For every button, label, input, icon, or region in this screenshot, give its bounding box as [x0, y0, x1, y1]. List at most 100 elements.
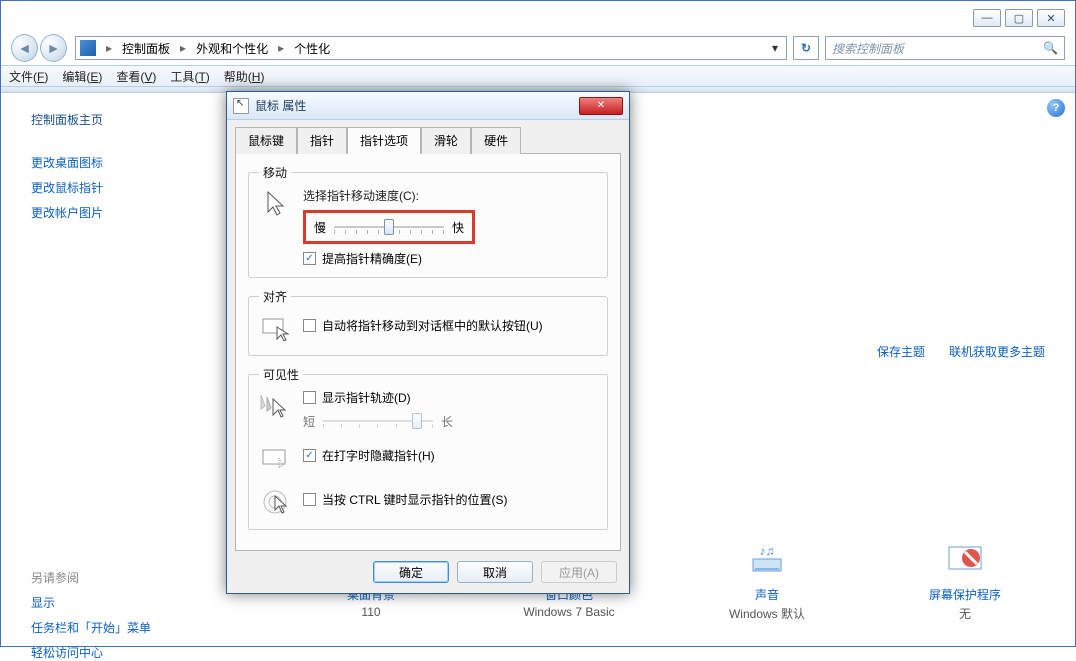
tab-strip: 鼠标键 指针 指针选项 滑轮 硬件 [227, 120, 629, 153]
snap-icon [259, 311, 293, 345]
sidebar: 控制面板主页 更改桌面图标 更改鼠标指针 更改帐户图片 另请参阅 显示 任务栏和… [1, 93, 201, 646]
dialog-title: 鼠标 属性 [255, 97, 579, 114]
checkbox-icon [303, 493, 316, 506]
dialog-titlebar[interactable]: 鼠标 属性 ✕ [227, 92, 629, 120]
breadcrumb[interactable]: 个性化 [294, 40, 330, 57]
nav-buttons: ◄ ► [11, 34, 69, 62]
item-sub: 无 [959, 605, 971, 622]
mouse-properties-dialog: 鼠标 属性 ✕ 鼠标键 指针 指针选项 滑轮 硬件 移动 选择指针移动速度(C)… [226, 91, 630, 594]
dialog-buttons: 确定 取消 应用(A) [227, 551, 629, 593]
ctrl-locate-checkbox[interactable]: 当按 CTRL 键时显示指针的位置(S) [303, 491, 508, 508]
sidebar-link-desktop-icons[interactable]: 更改桌面图标 [31, 154, 191, 171]
screensaver-icon [940, 538, 990, 580]
apply-button: 应用(A) [541, 561, 617, 583]
menu-view[interactable]: 查看(V) [116, 68, 156, 85]
tab-body: 移动 选择指针移动速度(C): 慢 [235, 153, 621, 551]
hide-typing-checkbox[interactable]: ✓ 在打字时隐藏指针(H) [303, 447, 435, 464]
sound-icon: ♪♫ [742, 538, 792, 580]
search-icon[interactable]: 🔍 [1043, 41, 1058, 55]
breadcrumb[interactable]: 外观和个性化 [196, 40, 268, 57]
tab-pointers[interactable]: 指针 [297, 127, 347, 154]
sidebar-link-account-picture[interactable]: 更改帐户图片 [31, 204, 191, 221]
pointer-speed-slider[interactable] [334, 217, 444, 237]
svg-text:♪♫: ♪♫ [760, 544, 775, 558]
long-label: 长 [441, 413, 453, 430]
explorer-window: — ▢ ✕ ◄ ► ▸ 控制面板 ▸ 外观和个性化 ▸ 个性化 ▾ ↻ 搜索控制… [0, 0, 1076, 647]
snap-checkbox[interactable]: 自动将指针移动到对话框中的默认按钮(U) [303, 317, 543, 334]
checkbox-icon: ✓ [303, 449, 316, 462]
checkbox-icon [303, 391, 316, 404]
menu-help[interactable]: 帮助(H) [224, 68, 265, 85]
search-input[interactable]: 搜索控制面板 🔍 [825, 36, 1065, 60]
tab-pointer-options[interactable]: 指针选项 [347, 127, 421, 154]
tab-hardware[interactable]: 硬件 [471, 127, 521, 154]
address-dropdown-icon[interactable]: ▾ [768, 41, 782, 55]
sidebar-link-mouse-pointer[interactable]: 更改鼠标指针 [31, 179, 191, 196]
refresh-button[interactable]: ↻ [793, 36, 819, 60]
slow-label: 慢 [314, 219, 326, 236]
more-themes-link[interactable]: 联机获取更多主题 [949, 343, 1045, 360]
trail-icon [259, 389, 293, 423]
tab-wheel[interactable]: 滑轮 [421, 127, 471, 154]
snap-label: 自动将指针移动到对话框中的默认按钮(U) [322, 317, 543, 334]
trail-length-slider [323, 411, 433, 431]
item-sub: Windows 7 Basic [523, 605, 614, 619]
movement-group: 移动 选择指针移动速度(C): 慢 [248, 164, 608, 278]
cancel-button[interactable]: 取消 [457, 561, 533, 583]
menu-bar: 文件(F) 编辑(E) 查看(V) 工具(T) 帮助(H) [1, 65, 1075, 87]
item-title: 屏幕保护程序 [929, 586, 1001, 603]
checkbox-icon [303, 319, 316, 332]
breadcrumb[interactable]: 控制面板 [122, 40, 170, 57]
chevron-right-icon: ▸ [176, 41, 190, 55]
chevron-right-icon: ▸ [274, 41, 288, 55]
fast-label: 快 [452, 219, 464, 236]
maximize-button[interactable]: ▢ [1005, 9, 1033, 27]
sound-svg-icon: ♪♫ [745, 541, 789, 577]
search-placeholder: 搜索控制面板 [832, 40, 904, 57]
dialog-close-button[interactable]: ✕ [579, 97, 623, 115]
sidebar-heading[interactable]: 控制面板主页 [31, 111, 191, 128]
movement-legend: 移动 [259, 164, 291, 181]
address-row: ◄ ► ▸ 控制面板 ▸ 外观和个性化 ▸ 个性化 ▾ ↻ 搜索控制面板 🔍 [1, 31, 1075, 65]
sidebar-link-display[interactable]: 显示 [31, 594, 191, 611]
item-sub: Windows 默认 [729, 605, 805, 622]
item-screensaver[interactable]: 屏幕保护程序 无 [875, 538, 1055, 622]
mouse-icon [233, 98, 249, 114]
ok-button[interactable]: 确定 [373, 561, 449, 583]
menu-file[interactable]: 文件(F) [9, 68, 48, 85]
window-titlebar: — ▢ ✕ [1, 1, 1075, 31]
enhance-label: 提高指针精确度(E) [322, 250, 422, 267]
back-button[interactable]: ◄ [11, 34, 38, 62]
menu-edit[interactable]: 编辑(E) [62, 68, 102, 85]
item-sub: 110 [361, 605, 380, 619]
location-icon [80, 40, 96, 56]
ctrl-label: 当按 CTRL 键时显示指针的位置(S) [322, 491, 508, 508]
theme-links: 保存主题 联机获取更多主题 [877, 343, 1045, 360]
ctrl-locate-icon [259, 485, 293, 519]
visibility-legend: 可见性 [259, 366, 303, 383]
speed-label: 选择指针移动速度(C): [303, 187, 597, 204]
item-title: 声音 [755, 586, 779, 603]
cursor-icon [259, 187, 293, 221]
help-icon[interactable]: ? [1047, 99, 1065, 117]
address-bar[interactable]: ▸ 控制面板 ▸ 外观和个性化 ▸ 个性化 ▾ [75, 36, 787, 60]
screensaver-svg-icon [943, 541, 987, 577]
sidebar-also-label: 另请参阅 [31, 569, 191, 586]
forward-button[interactable]: ► [40, 34, 67, 62]
item-sound[interactable]: ♪♫ 声音 Windows 默认 [677, 538, 857, 622]
snap-group: 对齐 自动将指针移动到对话框中的默认按钮(U) [248, 288, 608, 356]
trail-label: 显示指针轨迹(D) [322, 389, 411, 406]
tab-buttons[interactable]: 鼠标键 [235, 127, 297, 154]
enhance-precision-checkbox[interactable]: ✓ 提高指针精确度(E) [303, 250, 422, 267]
chevron-right-icon: ▸ [102, 41, 116, 55]
minimize-button[interactable]: — [973, 9, 1001, 27]
short-label: 短 [303, 413, 315, 430]
sidebar-link-taskbar[interactable]: 任务栏和「开始」菜单 [31, 619, 191, 636]
hide-label: 在打字时隐藏指针(H) [322, 447, 435, 464]
hide-typing-icon [259, 441, 293, 475]
menu-tools[interactable]: 工具(T) [170, 68, 209, 85]
snap-legend: 对齐 [259, 288, 291, 305]
close-button[interactable]: ✕ [1037, 9, 1065, 27]
save-theme-link[interactable]: 保存主题 [877, 343, 925, 360]
trail-checkbox[interactable]: 显示指针轨迹(D) [303, 389, 411, 406]
